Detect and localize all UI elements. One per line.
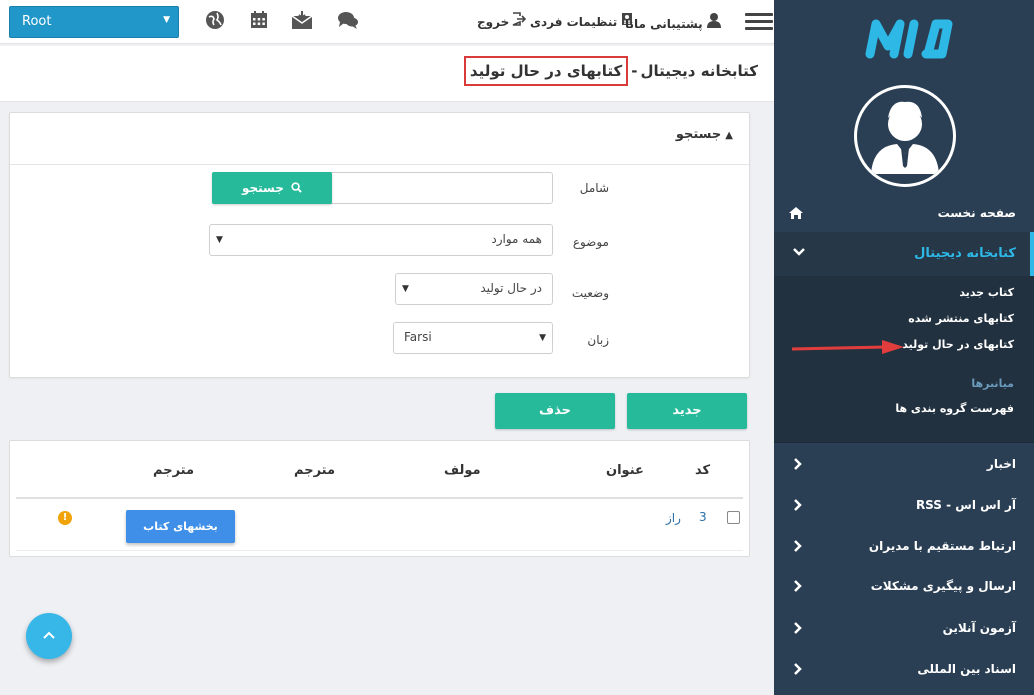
column-header-title[interactable]: عنوان [606,463,644,478]
sidebar-subitem-group-list[interactable]: فهرست گروه بندی ها [895,402,1014,415]
mana-logo[interactable] [862,6,972,66]
support-label: پشتیبانی مانا [625,17,703,31]
breadcrumb-current: کتابهای در حال تولید [463,56,629,86]
table-header-divider [16,497,743,499]
search-panel: ▲جستجو شامل موضوع همه موارد ▼ وضعیت در ح… [9,112,750,378]
sidebar-item-label: آر اس اس - RSS [915,498,1016,512]
globe-icon[interactable] [204,10,226,32]
home-label: صفحه نخست [937,206,1016,220]
sidebar-item-home[interactable]: صفحه نخست [774,206,1034,220]
personal-settings-link[interactable]: تنظیمات فردی [530,12,634,30]
digital-library-row[interactable]: کتابخانه دیجیتال [774,246,1034,261]
status-select[interactable]: در حال تولید ▼ [395,273,553,305]
breadcrumb: کتابخانه دیجیتال-کتابهای در حال تولید [463,56,758,86]
chevron-down-icon: ▼ [163,15,170,25]
digital-library-submenu [774,276,1034,442]
language-label: زبان [587,333,609,347]
sidebar-divider [774,442,1034,443]
digital-library-label: کتابخانه دیجیتال [914,246,1016,261]
sidebar-subitem-published-books[interactable]: کتابهای منتشر شده [908,312,1014,325]
top-bar: Root ▼ خروج تنظیمات فردی پشتیبانی مانا [0,0,774,44]
chevron-left-icon [792,662,802,679]
home-icon [788,206,804,223]
envelope-icon[interactable] [291,10,313,32]
new-button-label: جدید [672,403,702,418]
sidebar-item-online-exam[interactable]: آزمون آنلاین [774,621,1034,635]
chevron-left-icon [792,579,802,596]
delete-button[interactable]: حذف [495,393,615,429]
subject-select[interactable]: همه موارد ▼ [209,224,553,256]
title-bar: کتابخانه دیجیتال-کتابهای در حال تولید [0,46,774,102]
breadcrumb-parent[interactable]: کتابخانه دیجیتال [640,62,758,80]
chevron-down-icon [792,246,806,261]
search-panel-header[interactable]: ▲جستجو [10,113,749,165]
sidebar-item-issue-tracking[interactable]: ارسال و پیگیری مشکلات [774,579,1034,593]
chevron-left-icon [792,498,802,515]
warning-icon[interactable]: ! [58,511,72,525]
book-sections-button[interactable]: بخشهای کتاب [126,510,235,543]
root-select[interactable]: Root ▼ [9,6,179,38]
sidebar-subitem-in-production-books[interactable]: کتابهای در حال تولید [902,338,1014,351]
chevron-left-icon [792,539,802,556]
status-value: در حال تولید [480,281,542,295]
books-table: کد عنوان مولف مترجم مترجم 3 راز بخشهای ک… [9,440,750,557]
support-link[interactable]: پشتیبانی مانا [625,12,722,32]
contains-label: شامل [579,181,609,195]
row-code[interactable]: 3 [699,510,707,524]
chevron-up-icon [43,631,55,639]
subject-value: همه موارد [491,232,542,246]
caret-down-icon: ▼ [216,235,223,245]
logout-link[interactable]: خروج [477,12,527,30]
sidebar-subitem-new-book[interactable]: کتاب جدید [959,286,1014,299]
search-button-label: جستجو [241,181,284,195]
red-arrow-annotation [791,340,904,354]
shortcuts-title: میانبرها [971,377,1014,390]
avatar[interactable] [854,85,956,187]
breadcrumb-separator: - [631,62,638,80]
caret-down-icon: ▼ [539,333,546,343]
row-checkbox[interactable] [727,511,740,524]
scroll-top-button[interactable] [26,613,72,659]
language-value: Farsi [404,330,432,344]
root-select-value: Root [22,14,52,29]
calendar-icon[interactable] [248,10,270,32]
column-header-translator[interactable]: مترجم [294,463,335,478]
chevron-left-icon [792,621,802,638]
sidebar-item-international-documents[interactable]: اسناد بین المللی [774,662,1034,676]
column-header-code[interactable]: کد [695,463,710,478]
sign-out-icon [512,12,527,30]
chevron-left-icon [792,457,802,474]
new-button[interactable]: جدید [627,393,747,429]
search-icon [284,181,302,195]
sidebar-item-label: اخبار [986,457,1016,471]
table-footer-divider [16,550,743,551]
column-header-translator-2[interactable]: مترجم [153,463,194,478]
book-sections-label: بخشهای کتاب [143,520,218,533]
user-icon [706,12,722,32]
sidebar-item-contact-managers[interactable]: ارتباط مستقیم با مدیران [774,539,1034,553]
status-label: وضعیت [571,286,609,300]
caret-down-icon: ▼ [402,284,409,294]
subject-label: موضوع [572,235,609,249]
personal-settings-label: تنظیمات فردی [530,15,618,29]
column-header-author[interactable]: مولف [444,463,481,478]
row-title[interactable]: راز [666,511,681,525]
sidebar-item-label: ارتباط مستقیم با مدیران [868,539,1016,553]
logout-label: خروج [477,15,510,29]
sidebar-item-label: اسناد بین المللی [917,662,1016,676]
language-select[interactable]: Farsi ▼ [393,322,553,354]
menu-toggle-icon[interactable] [745,13,773,31]
sidebar-item-label: آزمون آنلاین [942,621,1016,635]
sidebar-item-news[interactable]: اخبار [774,457,1034,471]
search-panel-title: جستجو [675,127,722,142]
sidebar-item-label: ارسال و پیگیری مشکلات [870,579,1016,593]
delete-button-label: حذف [539,403,571,418]
chat-icon[interactable] [337,10,359,32]
search-button[interactable]: جستجو [212,172,332,204]
sidebar-item-rss[interactable]: آر اس اس - RSS [774,498,1034,512]
chevron-up-icon: ▲ [725,130,733,141]
